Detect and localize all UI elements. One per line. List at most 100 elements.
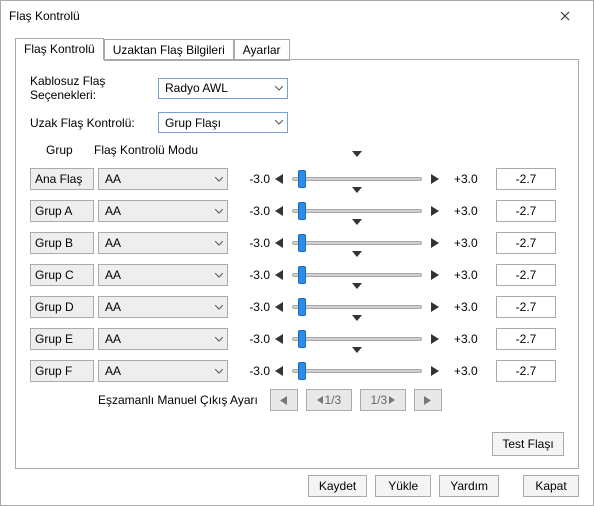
triangle-left-icon xyxy=(280,396,287,405)
step-left-button[interactable] xyxy=(272,172,286,186)
triangle-down-icon xyxy=(352,251,362,257)
group-mode-combo[interactable]: AA xyxy=(98,296,228,318)
tab-settings[interactable]: Ayarlar xyxy=(234,39,290,61)
tab-flash-control[interactable]: Flaş Kontrolü xyxy=(15,38,104,60)
remote-value: Grup Flaşı xyxy=(165,116,221,130)
slider-thumb[interactable] xyxy=(298,202,306,220)
page-prev-outer[interactable] xyxy=(270,389,298,411)
triangle-right-icon xyxy=(424,396,431,405)
tabs: Flaş Kontrolü Uzaktan Flaş Bilgileri Aya… xyxy=(15,37,579,59)
step-right-button[interactable] xyxy=(428,364,442,378)
group-row: Grup F AA -3.0 +3.0 -2.7 xyxy=(30,357,564,385)
group-name: Grup E xyxy=(30,328,94,350)
step-left-button[interactable] xyxy=(272,204,286,218)
triangle-right-icon xyxy=(431,238,439,248)
slider-thumb[interactable] xyxy=(298,298,306,316)
step-left-button[interactable] xyxy=(272,236,286,250)
slider-min: -3.0 xyxy=(238,236,270,250)
triangle-down-icon xyxy=(352,283,362,289)
compensation-value: -2.7 xyxy=(496,264,556,286)
slider-track xyxy=(292,369,422,373)
group-mode-combo[interactable]: AA xyxy=(98,360,228,382)
chevron-down-icon xyxy=(215,209,223,214)
group-mode-combo[interactable]: AA xyxy=(98,328,228,350)
triangle-right-icon xyxy=(431,302,439,312)
step-right-button[interactable] xyxy=(428,236,442,250)
manual-output-row: Eşzamanlı Manuel Çıkış Ayarı 1/3 1/3 xyxy=(98,389,564,411)
compensation-value: -2.7 xyxy=(496,168,556,190)
slider-thumb[interactable] xyxy=(298,266,306,284)
test-flash-button[interactable]: Test Flaşı xyxy=(492,432,564,456)
group-row: Grup B AA -3.0 +3.0 -2.7 xyxy=(30,229,564,257)
triangle-right-icon xyxy=(389,396,395,404)
triangle-left-icon xyxy=(275,366,283,376)
group-mode-combo[interactable]: AA xyxy=(98,168,228,190)
group-mode-combo[interactable]: AA xyxy=(98,232,228,254)
triangle-right-icon xyxy=(431,206,439,216)
slider-min: -3.0 xyxy=(238,204,270,218)
slider-thumb[interactable] xyxy=(298,362,306,380)
load-button[interactable]: Yükle xyxy=(375,475,431,497)
slider-track xyxy=(292,209,422,213)
triangle-right-icon xyxy=(431,334,439,344)
dialog-title: Flaş Kontrolü xyxy=(9,9,545,23)
wireless-combo[interactable]: Radyo AWL xyxy=(158,78,288,99)
flash-control-dialog: Flaş Kontrolü Flaş Kontrolü Uzaktan Flaş… xyxy=(0,0,594,506)
slider-thumb[interactable] xyxy=(298,170,306,188)
footer: Kaydet Yükle Yardım Kapat xyxy=(308,475,579,497)
step-right-button[interactable] xyxy=(428,172,442,186)
triangle-left-icon xyxy=(275,238,283,248)
step-right-button[interactable] xyxy=(428,204,442,218)
remote-label: Uzak Flaş Kontrolü: xyxy=(30,116,158,130)
slider-max: +3.0 xyxy=(454,332,486,346)
triangle-left-icon xyxy=(275,206,283,216)
triangle-down-icon xyxy=(352,315,362,321)
slider[interactable] xyxy=(292,360,422,382)
help-button[interactable]: Yardım xyxy=(439,475,499,497)
slider-track xyxy=(292,273,422,277)
slider-min: -3.0 xyxy=(238,268,270,282)
chevron-down-icon xyxy=(215,369,223,374)
step-left-button[interactable] xyxy=(272,268,286,282)
group-mode-combo[interactable]: AA xyxy=(98,200,228,222)
manual-label: Eşzamanlı Manuel Çıkış Ayarı xyxy=(98,393,258,407)
compensation-value: -2.7 xyxy=(496,328,556,350)
group-name: Grup A xyxy=(30,200,94,222)
tab-panel: Kablosuz Flaş Seçenekleri: Radyo AWL Uza… xyxy=(15,59,579,469)
chevron-down-icon xyxy=(215,273,223,278)
step-right-button[interactable] xyxy=(428,268,442,282)
slider-thumb[interactable] xyxy=(298,234,306,252)
step-left-button[interactable] xyxy=(272,300,286,314)
compensation-value: -2.7 xyxy=(496,296,556,318)
step-left-button[interactable] xyxy=(272,332,286,346)
wireless-label: Kablosuz Flaş Seçenekleri: xyxy=(30,74,158,102)
step-right-button[interactable] xyxy=(428,332,442,346)
group-row: Grup A AA -3.0 +3.0 -2.7 xyxy=(30,197,564,225)
triangle-left-icon xyxy=(275,334,283,344)
page-prev-inner[interactable]: 1/3 xyxy=(306,389,352,411)
slider-track xyxy=(292,337,422,341)
page-next-inner[interactable]: 1/3 xyxy=(360,389,406,411)
triangle-left-icon xyxy=(275,174,283,184)
group-name: Grup B xyxy=(30,232,94,254)
slider-track xyxy=(292,241,422,245)
remote-combo[interactable]: Grup Flaşı xyxy=(158,112,288,133)
triangle-down-icon xyxy=(352,187,362,193)
compensation-value: -2.7 xyxy=(496,360,556,382)
tab-remote-info[interactable]: Uzaktan Flaş Bilgileri xyxy=(104,39,234,61)
triangle-left-icon xyxy=(275,302,283,312)
close-dialog-button[interactable]: Kapat xyxy=(523,475,579,497)
triangle-right-icon xyxy=(431,366,439,376)
step-left-button[interactable] xyxy=(272,364,286,378)
group-grid: Ana Flaş AA -3.0 +3.0 -2.7 Grup A AA -3.… xyxy=(30,165,564,385)
triangle-down-icon xyxy=(352,347,362,353)
triangle-left-icon xyxy=(275,270,283,280)
step-right-button[interactable] xyxy=(428,300,442,314)
slider-thumb[interactable] xyxy=(298,330,306,348)
page-next-outer[interactable] xyxy=(414,389,442,411)
chevron-down-icon xyxy=(275,120,283,125)
close-button[interactable] xyxy=(545,2,585,30)
save-button[interactable]: Kaydet xyxy=(308,475,367,497)
group-mode-combo[interactable]: AA xyxy=(98,264,228,286)
group-row: Grup D AA -3.0 +3.0 -2.7 xyxy=(30,293,564,321)
